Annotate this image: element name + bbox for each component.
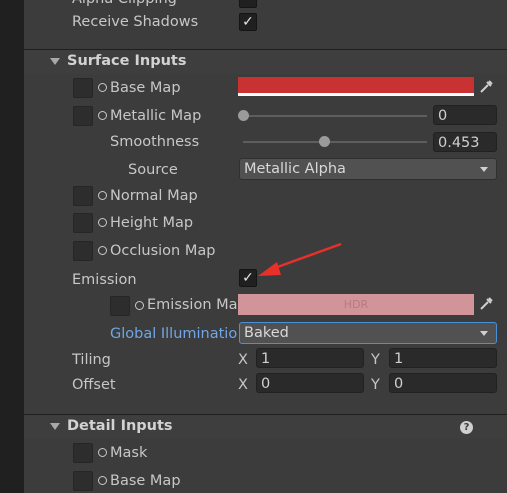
annotation-arrow bbox=[258, 242, 342, 276]
